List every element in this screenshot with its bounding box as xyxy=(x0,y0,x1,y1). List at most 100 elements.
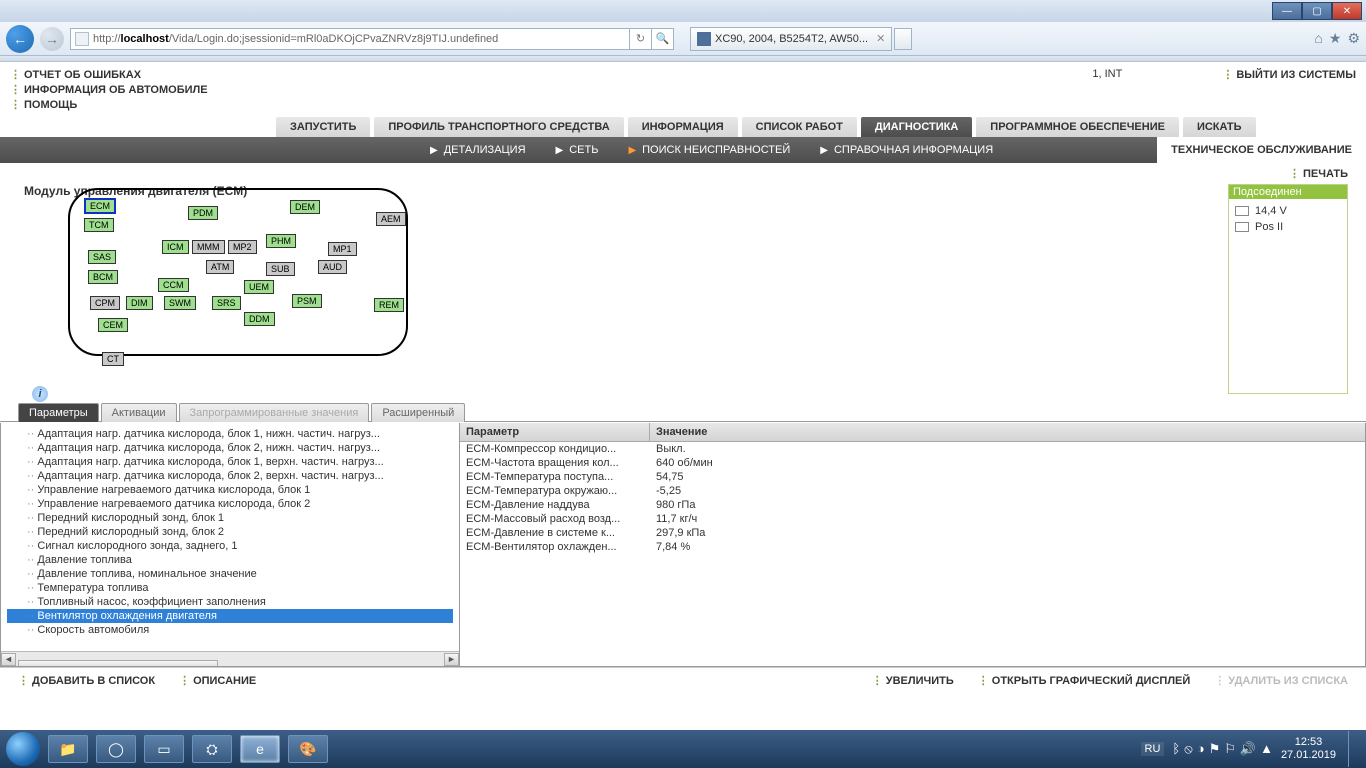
node-cpm[interactable]: CPM xyxy=(90,296,120,310)
taskbar-paint-icon[interactable]: 🎨 xyxy=(288,735,328,763)
scroll-left-arrow[interactable]: ◄ xyxy=(1,653,16,666)
subnav-detail[interactable]: ▶ДЕТАЛИЗАЦИЯ xyxy=(430,144,526,156)
node-ct[interactable]: CT xyxy=(102,352,124,366)
tools-icon[interactable]: ⚙ xyxy=(1347,30,1360,47)
node-mp1[interactable]: MP1 xyxy=(328,242,357,256)
horizontal-scrollbar[interactable]: ◄ ► xyxy=(1,651,459,666)
node-sas[interactable]: SAS xyxy=(88,250,116,264)
print-link[interactable]: ПЕЧАТЬ xyxy=(1289,167,1348,180)
favorites-icon[interactable]: ★ xyxy=(1329,30,1342,47)
value-row[interactable]: ECM-Давление наддува980 гПа xyxy=(460,498,1365,512)
language-indicator[interactable]: RU xyxy=(1141,742,1165,756)
node-srs[interactable]: SRS xyxy=(212,296,241,310)
taskbar-ie-icon[interactable]: e xyxy=(240,735,280,763)
node-uem[interactable]: UEM xyxy=(244,280,274,294)
ltab-activations[interactable]: Активации xyxy=(101,403,177,422)
home-icon[interactable]: ⌂ xyxy=(1314,30,1322,47)
node-tcm[interactable]: TCM xyxy=(84,218,114,232)
ltab-parameters[interactable]: Параметры xyxy=(18,403,99,422)
window-close-button[interactable]: ✕ xyxy=(1332,2,1362,20)
taskbar-chrome-icon[interactable]: ◯ xyxy=(96,735,136,763)
node-sub[interactable]: SUB xyxy=(266,262,295,276)
tray-shield-icon[interactable]: ⚑ xyxy=(1209,741,1221,757)
subnav-fault-trace[interactable]: ▶ПОИСК НЕИСПРАВНОСТЕЙ xyxy=(628,144,790,156)
info-icon[interactable]: i xyxy=(32,386,48,402)
node-rem[interactable]: REM xyxy=(374,298,404,312)
browser-tab[interactable]: XC90, 2004, B5254T2, AW50... ✕ xyxy=(690,27,892,51)
tree-item[interactable]: Управление нагреваемого датчика кислород… xyxy=(7,497,453,511)
node-aud[interactable]: AUD xyxy=(318,260,347,274)
value-row[interactable]: ECM-Температура окружаю...-5,25 xyxy=(460,484,1365,498)
tree-item[interactable]: Вентилятор охлаждения двигателя xyxy=(7,609,453,623)
tab-start[interactable]: ЗАПУСТИТЬ xyxy=(276,117,370,137)
window-minimize-button[interactable]: — xyxy=(1272,2,1302,20)
tree-item[interactable]: Скорость автомобиля xyxy=(7,623,453,637)
tray-cancel-icon[interactable]: ⦸ xyxy=(1184,741,1192,757)
node-dim[interactable]: DIM xyxy=(126,296,153,310)
link-error-report[interactable]: ОТЧЕТ ОБ ОШИБКАХ xyxy=(10,68,270,83)
new-tab-button[interactable] xyxy=(894,28,912,50)
subnav-reference[interactable]: ▶СПРАВОЧНАЯ ИНФОРМАЦИЯ xyxy=(820,144,993,156)
tree-item[interactable]: Передний кислородный зонд, блок 1 xyxy=(7,511,453,525)
value-row[interactable]: ECM-Температура поступа...54,75 xyxy=(460,470,1365,484)
node-aem[interactable]: AEM xyxy=(376,212,406,226)
btn-zoom[interactable]: УВЕЛИЧИТЬ xyxy=(872,674,954,687)
tab-close-icon[interactable]: ✕ xyxy=(876,32,885,45)
tab-software[interactable]: ПРОГРАММНОЕ ОБЕСПЕЧЕНИЕ xyxy=(976,117,1179,137)
logout-link[interactable]: ВЫЙТИ ИЗ СИСТЕМЫ xyxy=(1222,68,1356,81)
node-ccm[interactable]: CCM xyxy=(158,278,189,292)
tab-search[interactable]: ИСКАТЬ xyxy=(1183,117,1256,137)
back-button[interactable]: ← xyxy=(6,25,34,53)
taskbar-app1-icon[interactable]: ▭ xyxy=(144,735,184,763)
taskbar-app2-icon[interactable]: ⛭ xyxy=(192,735,232,763)
node-psm[interactable]: PSM xyxy=(292,294,322,308)
node-pdm[interactable]: PDM xyxy=(188,206,218,220)
value-row[interactable]: ECM-Вентилятор охлажден...7,84 % xyxy=(460,540,1365,554)
node-ddm[interactable]: DDM xyxy=(244,312,275,326)
ltab-extended[interactable]: Расширенный xyxy=(371,403,465,422)
address-bar[interactable]: http://localhost/Vida/Login.do;jsessioni… xyxy=(70,28,630,50)
tray-bluetooth-icon[interactable]: ᛒ xyxy=(1172,741,1180,757)
tree-item[interactable]: Адаптация нагр. датчика кислорода, блок … xyxy=(7,469,453,483)
tree-item[interactable]: Управление нагреваемого датчика кислород… xyxy=(7,483,453,497)
btn-open-graphic[interactable]: ОТКРЫТЬ ГРАФИЧЕСКИЙ ДИСПЛЕЙ xyxy=(978,674,1191,687)
start-button[interactable] xyxy=(6,732,40,766)
scroll-thumb[interactable] xyxy=(18,660,218,667)
tab-work-list[interactable]: СПИСОК РАБОТ xyxy=(742,117,857,137)
tray-clock[interactable]: 12:53 27.01.2019 xyxy=(1281,736,1336,762)
node-icm[interactable]: ICM xyxy=(162,240,189,254)
search-button[interactable]: 🔍 xyxy=(652,28,674,50)
tree-item[interactable]: Давление топлива, номинальное значение xyxy=(7,567,453,581)
btn-description[interactable]: ОПИСАНИЕ xyxy=(179,674,256,687)
node-ecm[interactable]: ECM xyxy=(84,198,116,214)
window-maximize-button[interactable]: ▢ xyxy=(1302,2,1332,20)
subnav-network[interactable]: ▶СЕТЬ xyxy=(556,144,599,156)
scroll-right-arrow[interactable]: ► xyxy=(444,653,459,666)
refresh-button[interactable]: ↻ xyxy=(630,28,652,50)
tree-item[interactable]: Сигнал кислородного зонда, заднего, 1 xyxy=(7,539,453,553)
node-bcm[interactable]: BCM xyxy=(88,270,118,284)
ltab-programmed[interactable]: Запрограммированные значения xyxy=(179,403,370,422)
subnav-maintenance[interactable]: ТЕХНИЧЕСКОЕ ОБСЛУЖИВАНИЕ xyxy=(1157,137,1366,163)
node-swm[interactable]: SWM xyxy=(164,296,196,310)
tab-diagnostics[interactable]: ДИАГНОСТИКА xyxy=(861,117,972,137)
value-row[interactable]: ECM-Давление в системе к...297,9 кПа xyxy=(460,526,1365,540)
value-row[interactable]: ECM-Компрессор кондицио...Выкл. xyxy=(460,442,1365,456)
taskbar-explorer-icon[interactable]: 📁 xyxy=(48,735,88,763)
col-value[interactable]: Значение xyxy=(650,423,1365,441)
tab-vehicle-profile[interactable]: ПРОФИЛЬ ТРАНСПОРТНОГО СРЕДСТВА xyxy=(374,117,623,137)
node-mmm[interactable]: MMM xyxy=(192,240,225,254)
tree-item[interactable]: Адаптация нагр. датчика кислорода, блок … xyxy=(7,455,453,469)
tree-item[interactable]: Давление топлива xyxy=(7,553,453,567)
node-phm[interactable]: PHM xyxy=(266,234,296,248)
tree-item[interactable]: Передний кислородный зонд, блок 2 xyxy=(7,525,453,539)
value-row[interactable]: ECM-Массовый расход возд...11,7 кг/ч xyxy=(460,512,1365,526)
tree-item[interactable]: Топливный насос, коэффициент заполнения xyxy=(7,595,453,609)
tray-network-icon[interactable]: ◑ xyxy=(1197,741,1205,757)
forward-button[interactable]: → xyxy=(40,27,64,51)
tray-flag-icon[interactable]: ⚐ xyxy=(1224,741,1236,757)
node-atm[interactable]: ATM xyxy=(206,260,234,274)
tray-chevron-icon[interactable]: ▲ xyxy=(1260,741,1273,757)
value-row[interactable]: ECM-Частота вращения кол...640 об/мин xyxy=(460,456,1365,470)
tray-volume-icon[interactable]: 🔊 xyxy=(1240,741,1256,757)
